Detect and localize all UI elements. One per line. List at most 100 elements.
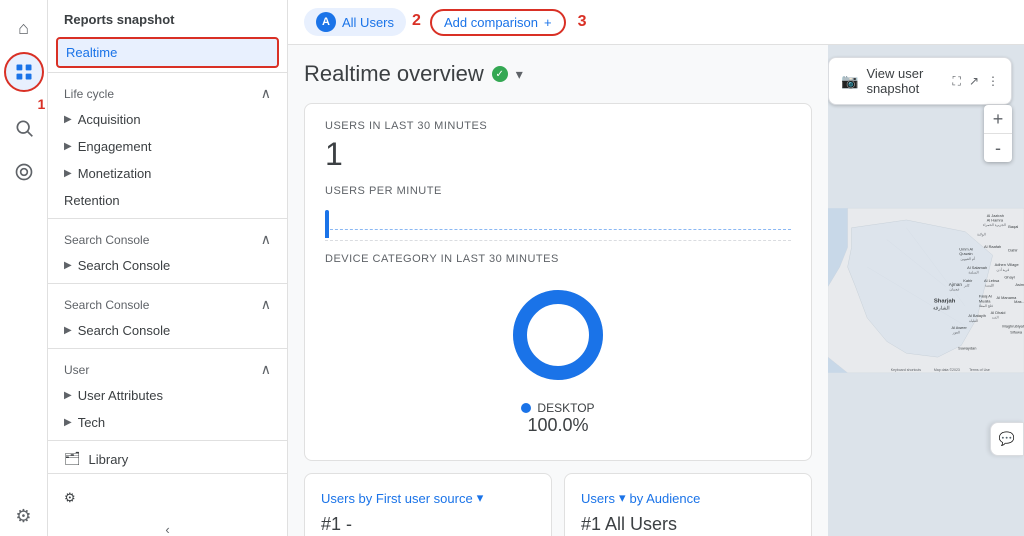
svg-text:اللبسة: اللبسة: [985, 283, 994, 288]
audience-rank: #1 All Users: [581, 514, 795, 535]
svg-text:Al Batayih: Al Batayih: [968, 313, 986, 318]
first-user-source-title[interactable]: Users by First user source ▾: [321, 490, 535, 506]
settings-bottom[interactable]: ⚙: [4, 496, 44, 536]
first-user-source-rank: #1 -: [321, 514, 535, 535]
sc2-chevron: ∧: [261, 296, 271, 313]
acquisition-arrow: ▶: [64, 114, 72, 125]
search-console-section-2: Search Console ∧ ▶ Search Console: [48, 283, 287, 344]
svg-text:Adhen Village: Adhen Village: [995, 262, 1019, 267]
stats-card: USERS IN LAST 30 MINUTES 1 USERS PER MIN…: [304, 103, 812, 461]
sidebar-item-retention[interactable]: Retention: [48, 187, 287, 214]
content-area: Realtime overview ▾ USERS IN LAST 30 MIN…: [288, 45, 1024, 536]
sc1-arrow: ▶: [64, 260, 72, 271]
svg-text:Sifuwa: Sifuwa: [1010, 330, 1023, 335]
first-user-source-dropdown[interactable]: ▾: [477, 490, 484, 506]
map-panel: Al Jazirah Al Hamra الجزيرة الحمراء Baqa…: [828, 45, 1024, 536]
donut-chart: [508, 285, 608, 385]
monetization-label: Monetization: [78, 166, 152, 181]
user-section: User ∧ ▶ User Attributes ▶ Tech: [48, 348, 287, 436]
svg-text:Dahir: Dahir: [1008, 247, 1018, 252]
annotation-3: 3: [578, 13, 587, 30]
add-comparison-button[interactable]: Add comparison +: [430, 9, 566, 36]
settings-gear-icon: ⚙: [64, 490, 76, 506]
collapse-icon: ‹: [165, 522, 169, 536]
audience-title[interactable]: Users ▾ by Audience: [581, 490, 795, 506]
sc1-chevron: ∧: [261, 231, 271, 248]
sidebar-item-engagement[interactable]: ▶ Engagement: [48, 133, 287, 160]
view-snapshot-button[interactable]: 📷 View user snapshot ⛶ ↗ ⋮: [828, 57, 1012, 105]
explore-nav-icon[interactable]: [4, 108, 44, 148]
sidebar-item-acquisition[interactable]: ▶ Acquisition: [48, 106, 287, 133]
tech-label: Tech: [78, 415, 105, 430]
bottom-cards: Users by First user source ▾ #1 - No dat…: [304, 473, 812, 536]
svg-text:Falaj Al: Falaj Al: [979, 294, 992, 299]
svg-text:فلج المعلا: فلج المعلا: [979, 303, 993, 308]
zoom-in-button[interactable]: +: [984, 105, 1012, 133]
feedback-button[interactable]: 💬: [990, 422, 1024, 456]
first-user-source-label: Users by First user source: [321, 491, 473, 506]
svg-text:Al Salamah: Al Salamah: [967, 265, 987, 270]
desktop-pct: 100.0%: [527, 415, 588, 436]
device-category-label: DEVICE CATEGORY IN LAST 30 MINUTES: [325, 253, 791, 265]
sidebar-header: Reports snapshot: [48, 0, 287, 35]
engagement-label: Engagement: [78, 139, 152, 154]
fullscreen-icon: ⛶: [953, 74, 961, 89]
sc2-label: Search Console: [78, 323, 171, 338]
audience-label: Users: [581, 491, 615, 506]
svg-text:الطياه: الطياه: [969, 318, 978, 323]
collapse-sidebar-button[interactable]: ‹: [48, 514, 287, 536]
svg-text:العور: العور: [952, 330, 960, 335]
tech-arrow: ▶: [64, 417, 72, 428]
advertising-nav-icon[interactable]: [4, 152, 44, 192]
svg-text:Map data ©2023: Map data ©2023: [934, 368, 960, 372]
all-users-filter[interactable]: A All Users: [304, 8, 406, 36]
svg-text:Terms of Use: Terms of Use: [969, 368, 990, 372]
sidebar-item-user-attributes[interactable]: ▶ User Attributes: [48, 382, 287, 409]
title-dropdown[interactable]: ▾: [516, 66, 523, 83]
svg-text:Al Jazirah: Al Jazirah: [987, 213, 1004, 218]
search-console-header-2[interactable]: Search Console ∧: [48, 288, 287, 317]
sidebar: Reports snapshot Realtime Life cycle ∧ ▶…: [48, 0, 288, 536]
users-per-minute-label: USERS PER MINUTE: [325, 185, 791, 197]
sidebar-item-realtime[interactable]: Realtime: [56, 37, 279, 68]
audience-dropdown[interactable]: ▾: [619, 490, 626, 506]
acquisition-label: Acquisition: [78, 112, 141, 127]
settings-icon[interactable]: ⚙: [4, 496, 44, 536]
svg-text:Umm Al: Umm Al: [959, 247, 973, 252]
svg-text:Al Aweer: Al Aweer: [951, 325, 967, 330]
user-attributes-label: User Attributes: [78, 388, 163, 403]
user-section-header[interactable]: User ∧: [48, 353, 287, 382]
zoom-out-button[interactable]: -: [984, 134, 1012, 162]
users-per-minute-chart: [325, 201, 791, 241]
user-attr-arrow: ▶: [64, 390, 72, 401]
lifecycle-header[interactable]: Life cycle ∧: [48, 77, 287, 106]
realtime-label: Realtime: [66, 45, 117, 60]
home-nav-icon[interactable]: ⌂: [4, 8, 44, 48]
users-last-30-value: 1: [325, 136, 791, 173]
page-title-row: Realtime overview ▾: [304, 61, 812, 87]
sidebar-item-search-console-1[interactable]: ▶ Search Console: [48, 252, 287, 279]
external-link-icon: ↗: [969, 74, 979, 88]
svg-text:Kabir: Kabir: [963, 278, 973, 283]
svg-text:Suwaydan: Suwaydan: [958, 345, 976, 350]
svg-text:Mualla: Mualla: [979, 298, 991, 303]
svg-text:Al Hamra: Al Hamra: [987, 218, 1004, 223]
view-snapshot-label: View user snapshot: [866, 66, 944, 96]
sidebar-item-tech[interactable]: ▶ Tech: [48, 409, 287, 436]
retention-label: Retention: [64, 193, 120, 208]
sidebar-bottom: ⚙ ‹: [48, 473, 287, 536]
users-last-30-label: USERS IN LAST 30 MINUTES: [325, 120, 791, 132]
annotation-2: 2: [412, 12, 421, 30]
sidebar-item-search-console-2[interactable]: ▶ Search Console: [48, 317, 287, 344]
add-comparison-label: Add comparison: [444, 15, 538, 30]
sidebar-settings[interactable]: ⚙: [48, 482, 287, 514]
library-icon: 🗂: [64, 451, 81, 467]
sidebar-item-library[interactable]: 🗂 Library: [48, 445, 287, 473]
desktop-legend-label: DESKTOP: [537, 401, 594, 415]
sidebar-item-monetization[interactable]: ▶ Monetization: [48, 160, 287, 187]
reports-nav-icon[interactable]: [4, 52, 44, 92]
svg-text:Baqal: Baqal: [1008, 224, 1018, 229]
svg-text:Maghrubiyah: Maghrubiyah: [1002, 324, 1024, 329]
desktop-legend-dot: [521, 403, 531, 413]
search-console-header-1[interactable]: Search Console ∧: [48, 223, 287, 252]
